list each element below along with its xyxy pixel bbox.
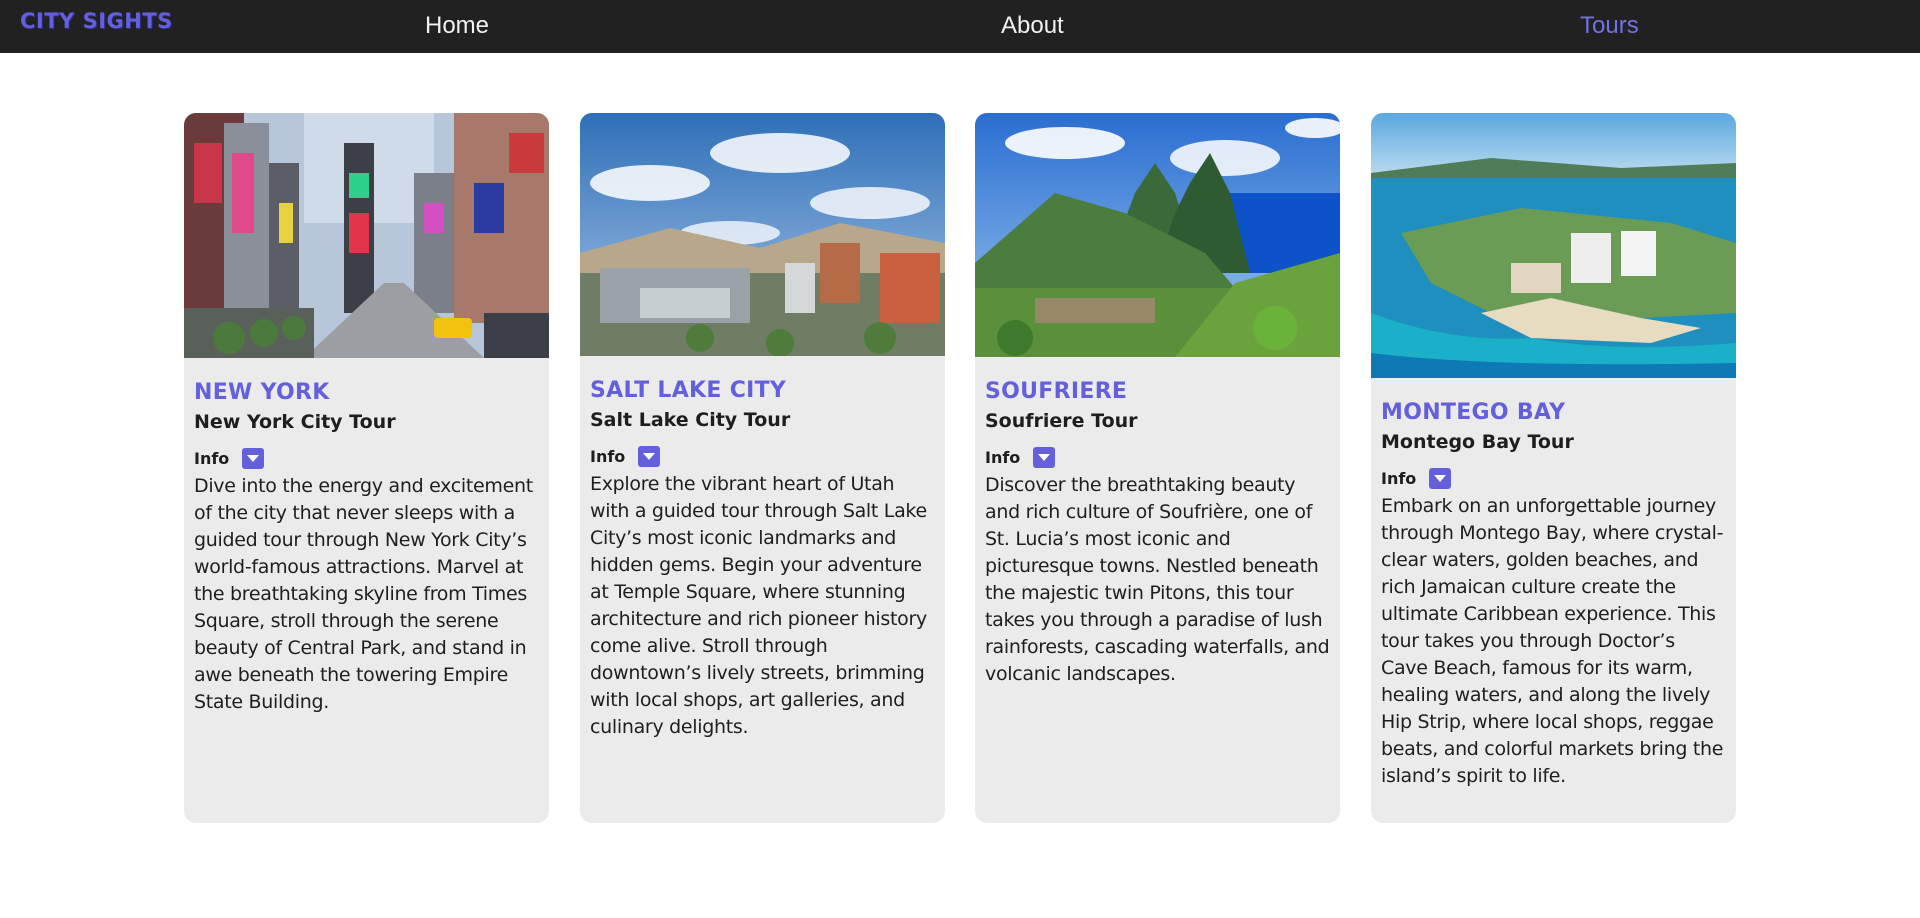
info-label: Info [1381,469,1417,488]
tour-name: Salt Lake City Tour [590,409,791,431]
city-name: NEW YORK [194,380,330,405]
tour-name: New York City Tour [194,411,396,433]
montego-bay-photo [1371,113,1736,378]
new-york-photo [184,113,549,358]
salt-lake-city-photo [580,113,945,356]
tour-name: Montego Bay Tour [1381,431,1574,453]
nav-link-tours[interactable]: Tours [1580,12,1639,40]
tour-name: Soufriere Tour [985,410,1138,432]
info-dropdown-button[interactable] [638,446,661,467]
city-name: MONTEGO BAY [1381,400,1566,425]
tour-card-new-york: NEW YORK New York City Tour Info Dive in… [184,113,549,823]
city-name: SALT LAKE CITY [590,378,787,403]
info-dropdown-button[interactable] [242,448,265,469]
info-label: Info [194,449,230,468]
tour-description: Embark on an unforgettable journey throu… [1381,495,1724,787]
nav-link-about[interactable]: About [1001,12,1064,40]
top-navbar: CITY SIGHTS Home About Tours [0,0,1920,53]
city-name: SOUFRIERE [985,379,1128,404]
tour-card-salt-lake-city: SALT LAKE CITY Salt Lake City Tour Info … [580,113,945,823]
tour-description: Dive into the energy and excitement of t… [194,475,533,713]
soufriere-photo [975,113,1340,357]
info-dropdown-button[interactable] [1033,447,1056,468]
tour-description: Explore the vibrant heart of Utah with a… [590,473,927,738]
tour-description: Discover the breathtaking beauty and ric… [985,474,1330,685]
info-dropdown-button[interactable] [1429,468,1452,489]
info-label: Info [985,448,1021,467]
tour-card-montego-bay: MONTEGO BAY Montego Bay Tour Info Embark… [1371,113,1736,823]
tour-card-soufriere: SOUFRIERE Soufriere Tour Info Discover t… [975,113,1340,823]
info-label: Info [590,447,626,466]
brand-logo[interactable]: CITY SIGHTS [20,9,173,33]
nav-link-home[interactable]: Home [425,12,489,40]
